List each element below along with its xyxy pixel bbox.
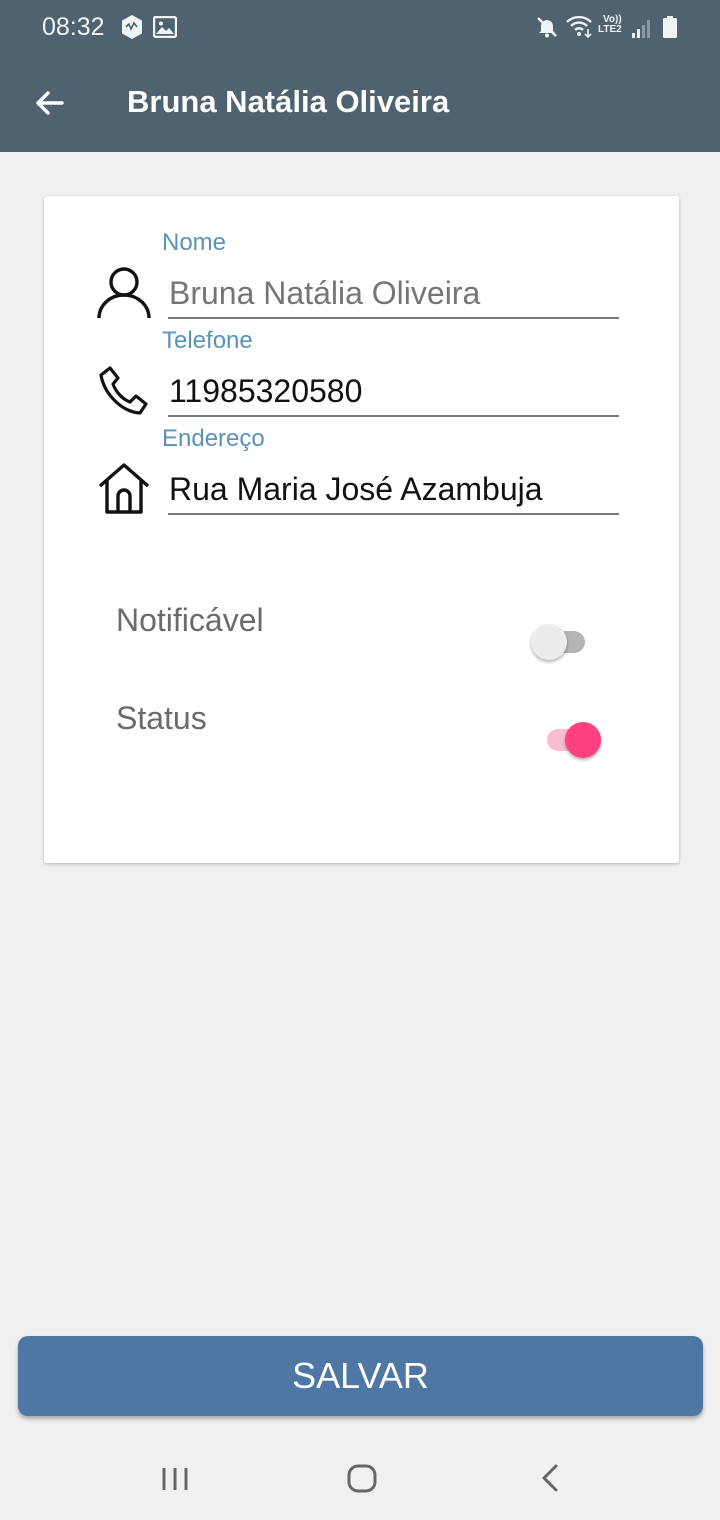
back-button[interactable] <box>30 84 70 124</box>
wifi-icon <box>565 13 595 44</box>
contact-form-card: Nome Telefone Endereço Notificável Statu… <box>44 196 679 863</box>
nav-back-button[interactable] <box>528 1456 572 1500</box>
recent-apps-icon <box>162 1468 188 1490</box>
phone-icon <box>96 362 152 418</box>
notification-badge-icon <box>120 14 144 45</box>
status-switch[interactable] <box>539 718 603 758</box>
home-button[interactable] <box>340 1456 384 1500</box>
back-chevron-icon <box>542 1464 558 1492</box>
battery-icon <box>662 15 678 44</box>
lte-signal-icon: Vo)) LTE2 <box>598 15 628 35</box>
lte-label-bottom: LTE2 <box>598 24 622 35</box>
notifiable-switch[interactable] <box>527 620 591 660</box>
notifiable-label: Notificável <box>116 602 264 638</box>
address-field[interactable] <box>168 465 619 515</box>
page-title: Bruna Natália Oliveira <box>127 84 450 119</box>
signal-bars-icon <box>630 17 652 44</box>
person-icon <box>96 264 152 320</box>
home-circle-icon <box>347 1464 377 1493</box>
status-time: 08:32 <box>42 13 105 41</box>
navigation-bar <box>0 1436 720 1520</box>
switch-thumb <box>531 624 567 660</box>
save-button[interactable]: SALVAR <box>18 1336 703 1416</box>
status-label: Status <box>116 700 207 736</box>
status-bar: 08:32 Vo)) LTE2 <box>0 0 720 56</box>
phone-field[interactable] <box>168 367 619 417</box>
recent-apps-button[interactable] <box>153 1456 197 1500</box>
name-field[interactable] <box>168 269 619 319</box>
name-field-label: Nome <box>162 229 227 256</box>
arrow-left-icon <box>36 91 64 115</box>
mute-icon <box>535 15 559 44</box>
address-field-label: Endereço <box>162 425 265 452</box>
image-icon <box>152 15 178 43</box>
home-icon <box>96 460 152 516</box>
phone-field-label: Telefone <box>162 327 253 354</box>
switch-thumb <box>565 722 601 758</box>
app-bar: Bruna Natália Oliveira <box>0 56 720 152</box>
